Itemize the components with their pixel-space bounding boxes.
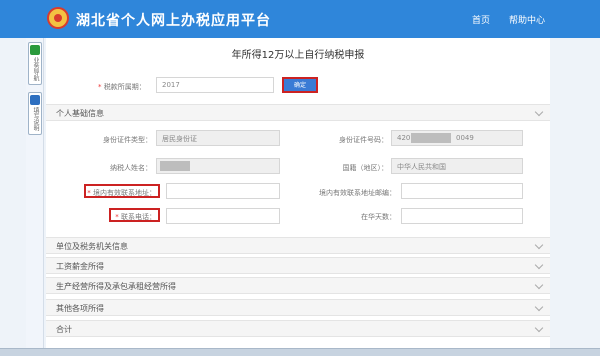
section-title: 工资薪金所得	[56, 262, 104, 271]
chevron-down-icon	[534, 323, 544, 333]
id-number-label: 身份证件号码：	[339, 136, 388, 144]
edit-icon	[30, 95, 40, 105]
address-label: * 境内有效联系地址：	[87, 189, 156, 197]
chevron-down-icon	[534, 240, 544, 250]
postcode-label: 境内有效联系地址邮编：	[319, 189, 396, 197]
taskbar	[0, 348, 600, 356]
nationality-label: 国籍（地区）：	[342, 164, 389, 172]
redaction-mask	[160, 161, 190, 171]
nationality-field: 中华人民共和国	[391, 158, 523, 174]
side-toolbar: 业务导航 填写说明	[26, 38, 44, 356]
nav-home-link[interactable]: 首页	[472, 13, 490, 26]
days-in-china-label: 在华天数：	[361, 213, 396, 221]
phone-input[interactable]	[166, 208, 280, 224]
chevron-down-icon	[534, 107, 544, 117]
section-title: 合计	[56, 325, 72, 334]
tax-year-label: * 税款所属期：	[98, 83, 146, 91]
section-title: 单位及税务机关信息	[56, 242, 128, 251]
site-title: 湖北省个人网上办税应用平台	[76, 13, 271, 29]
phone-label: * 联系电话：	[115, 213, 156, 221]
chevron-down-icon	[534, 260, 544, 270]
section-personal-info[interactable]: 个人基础信息	[46, 104, 550, 121]
taxpayer-name-label: 纳税人姓名：	[110, 164, 152, 172]
postcode-input[interactable]	[401, 183, 523, 199]
confirm-button[interactable]: 确定	[282, 77, 318, 93]
section-employer-info[interactable]: 单位及税务机关信息	[46, 237, 550, 254]
main-panel: 年所得12万以上自行纳税申报 * 税款所属期： 2017 确定 个人基础信息 身…	[46, 38, 550, 356]
section-title: 个人基础信息	[56, 109, 104, 118]
days-in-china-input[interactable]	[401, 208, 523, 224]
sidebar-tab-label: 填写说明	[32, 107, 39, 131]
tax-year-input[interactable]: 2017	[156, 77, 274, 93]
top-header: 湖北省个人网上办税应用平台 首页 帮助中心	[0, 0, 600, 38]
redaction-mask	[411, 133, 451, 143]
flag-icon	[30, 45, 40, 55]
page-title: 年所得12万以上自行纳税申报	[231, 50, 365, 61]
nav-help-link[interactable]: 帮助中心	[509, 13, 545, 26]
section-business-income[interactable]: 生产经营所得及承包承租经营所得	[46, 277, 550, 294]
id-number-suffix: 0049	[456, 134, 474, 142]
sidebar-tab-label: 业务导航	[32, 57, 39, 81]
section-salary-income[interactable]: 工资薪金所得	[46, 257, 550, 274]
section-total[interactable]: 合计	[46, 320, 550, 337]
section-title: 其他各项所得	[56, 304, 104, 313]
id-type-label: 身份证件类型：	[103, 136, 152, 144]
chevron-down-icon	[534, 302, 544, 312]
section-title: 生产经营所得及承包承租经营所得	[56, 282, 176, 291]
sidebar-tab-instructions[interactable]: 填写说明	[28, 92, 42, 135]
sidebar-tab-business-nav[interactable]: 业务导航	[28, 42, 42, 85]
tax-emblem-icon	[47, 7, 69, 29]
id-type-field: 居民身份证	[156, 130, 280, 146]
address-input[interactable]	[166, 183, 280, 199]
section-other-income[interactable]: 其他各项所得	[46, 299, 550, 316]
chevron-down-icon	[534, 280, 544, 290]
